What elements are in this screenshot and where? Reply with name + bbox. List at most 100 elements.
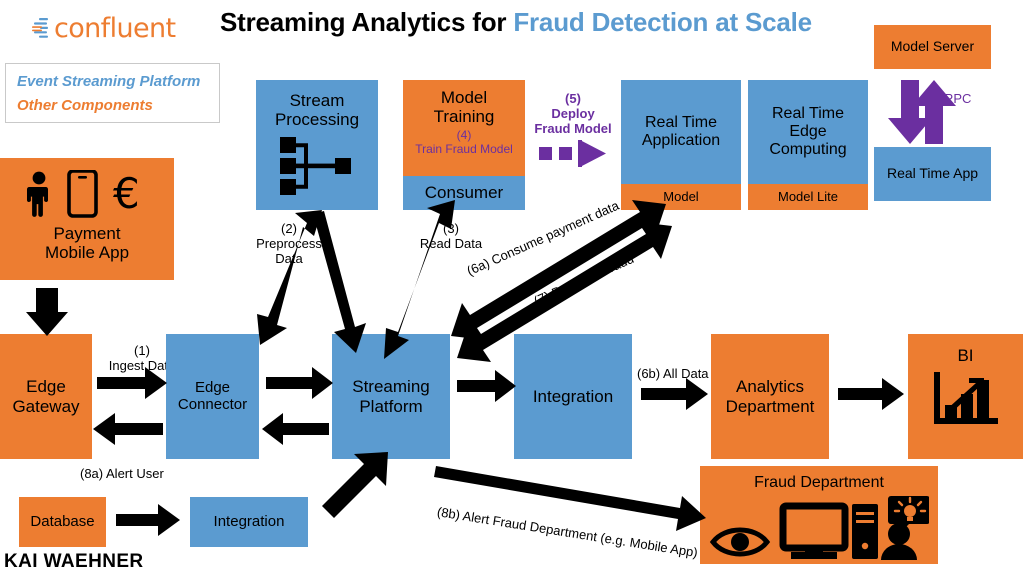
box-bi[interactable]: BI: [908, 334, 1023, 459]
label-step3-num: (3): [443, 221, 459, 236]
box-fraud-department[interactable]: Fraud Department: [700, 466, 938, 564]
arrow-streaming-platform-to-integration: [457, 370, 516, 402]
box-fraud-department-label: Fraud Department: [754, 474, 884, 491]
euro-icon: €: [113, 170, 140, 218]
arrow-streaming-platform-to-edge-connector: [262, 413, 329, 445]
box-model-training-line1: Model: [440, 88, 488, 107]
label-step8a: (8a) Alert User: [80, 466, 164, 482]
box-model-lite-footer-label: Model Lite: [778, 188, 838, 204]
legend-item-other-components: Other Components: [17, 96, 153, 114]
box-real-time-application-line2: Application: [641, 132, 721, 149]
label-step5: (5) Deploy Fraud Model: [531, 91, 615, 137]
payment-icons-group: €: [26, 170, 140, 218]
box-streaming-platform-line2: Platform: [359, 396, 423, 416]
label-step7: (7) Potential Fraud: [531, 250, 637, 309]
box-payment-mobile-app[interactable]: € Payment Mobile App: [0, 158, 174, 280]
arrow-rpc-bidirectional: [888, 80, 956, 144]
label-step8a-text: (8a) Alert User: [80, 466, 164, 481]
label-step2-line2: Data: [275, 250, 303, 266]
label-step5-num: (5): [565, 91, 581, 106]
arrow-integration-to-analytics: [641, 378, 708, 410]
box-payment-mobile-app-line2: Mobile App: [44, 243, 130, 263]
arrow-payment-to-edge-gateway: [26, 288, 68, 336]
box-edge-connector-line2: Connector: [177, 395, 248, 413]
confluent-wordmark: confluent: [54, 13, 176, 44]
box-edge-connector-line1: Edge: [194, 378, 231, 396]
label-rpc: RPC: [944, 91, 972, 107]
monitor-icon: [779, 502, 849, 559]
label-step6b: (6b) All Data: [637, 366, 709, 382]
box-database-label: Database: [30, 512, 95, 530]
box-real-time-application-model[interactable]: Model: [621, 184, 741, 210]
box-integration-db[interactable]: Integration: [190, 497, 308, 547]
box-real-time-app[interactable]: Real Time App: [874, 147, 991, 201]
title-blue-part: Fraud Detection at Scale: [513, 7, 812, 37]
box-real-time-edge-computing-line3: Computing: [769, 140, 847, 158]
box-real-time-edge-computing[interactable]: Real Time Edge Computing: [748, 80, 868, 184]
box-edge-gateway-line2: Gateway: [12, 396, 80, 416]
fraud-department-icons-group: [709, 495, 929, 560]
box-consumer[interactable]: Consumer: [403, 176, 525, 210]
box-real-time-edge-computing-model-lite[interactable]: Model Lite: [748, 184, 868, 210]
box-edge-gateway[interactable]: Edge Gateway: [0, 334, 92, 459]
box-edge-gateway-line1: Edge: [26, 377, 66, 397]
label-step5-line1: Deploy: [551, 105, 595, 121]
legend: Event Streaming Platform Other Component…: [5, 63, 220, 123]
box-real-time-app-label: Real Time App: [886, 165, 979, 182]
author-logo-text: KAI WAEHNER: [4, 551, 144, 572]
diagram-canvas: confluent Streaming Analytics for Fraud …: [0, 0, 1024, 572]
label-step2-line1: Preprocess: [256, 235, 322, 251]
arrow-edge-connector-to-gateway: [93, 413, 163, 445]
label-step8b: (8b) Alert Fraud Department (e.g. Mobile…: [435, 504, 699, 561]
label-rpc-text: RPC: [944, 91, 972, 106]
stream-topology-icon: [280, 137, 351, 196]
arrow-edge-connector-to-streaming-platform: [266, 367, 333, 399]
box-stream-processing-line1: Stream: [289, 91, 345, 110]
box-model-training-line2: Training: [433, 107, 495, 127]
box-model-server-label: Model Server: [890, 38, 975, 55]
box-payment-mobile-app-line1: Payment: [53, 224, 121, 243]
box-real-time-edge-computing-line2: Edge: [789, 123, 827, 141]
box-analytics-department[interactable]: Analytics Department: [711, 334, 829, 459]
box-model-server[interactable]: Model Server: [874, 25, 991, 69]
box-streaming-platform-line1: Streaming: [352, 377, 430, 397]
box-integration-db-label: Integration: [213, 512, 285, 530]
arrow-deploy-fraud-model: [539, 140, 606, 167]
label-step2: (2) Preprocess Data: [243, 221, 335, 267]
box-analytics-department-line1: Analytics: [735, 377, 805, 397]
person-with-idea-icon: [881, 495, 929, 560]
box-integration-main-label: Integration: [532, 386, 614, 406]
confluent-logo: confluent: [32, 13, 176, 44]
label-step5-line2: Fraud Model: [534, 120, 612, 136]
person-icon: [26, 171, 48, 217]
box-model-training-step-label: Train Fraud Model: [415, 141, 513, 156]
box-real-time-application-line1: Real Time: [644, 114, 718, 132]
computer-tower-icon: [852, 503, 878, 559]
box-consumer-label: Consumer: [424, 183, 504, 203]
label-step7-text: (7) Potential Fraud: [531, 250, 637, 309]
arrow-database-to-integration: [116, 504, 180, 536]
page-title: Streaming Analytics for Fraud Detection …: [220, 7, 812, 38]
label-step8b-text: (8b) Alert Fraud Department (e.g. Mobile…: [435, 504, 699, 561]
box-stream-processing[interactable]: Stream Processing: [256, 80, 378, 210]
box-real-time-edge-computing-line1: Real Time: [771, 105, 845, 123]
box-real-time-application[interactable]: Real Time Application: [621, 80, 741, 184]
legend-item-event-streaming-platform: Event Streaming Platform: [17, 72, 201, 90]
arrow-analytics-to-bi: [838, 378, 904, 410]
box-streaming-platform[interactable]: Streaming Platform: [332, 334, 450, 459]
box-model-training[interactable]: Model Training (4) Train Fraud Model: [403, 80, 525, 176]
eye-icon: [709, 527, 771, 557]
arrow-integration-db-to-streaming-platform: [322, 452, 388, 518]
title-black-part: Streaming Analytics for: [220, 7, 507, 37]
box-model-footer-label: Model: [663, 188, 699, 204]
box-analytics-department-line2: Department: [725, 396, 815, 416]
box-integration-main[interactable]: Integration: [514, 334, 632, 459]
confluent-mark-icon: [32, 17, 48, 38]
box-edge-connector[interactable]: Edge Connector: [166, 334, 259, 459]
bar-chart-icon: [933, 372, 998, 425]
label-step6b-text: (6b) All Data: [637, 366, 709, 381]
box-stream-processing-line2: Processing: [274, 110, 360, 130]
label-step3: (3) Read Data: [405, 221, 497, 252]
box-database[interactable]: Database: [19, 497, 106, 547]
label-step2-num: (2): [281, 221, 297, 236]
